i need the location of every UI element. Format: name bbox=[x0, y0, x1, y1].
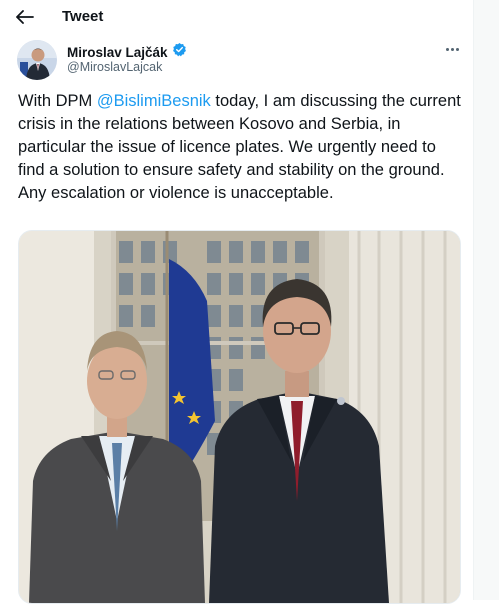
tweet-photo[interactable] bbox=[18, 230, 461, 604]
tweet-text: With DPM @BislimiBesnik today, I am disc… bbox=[18, 90, 466, 205]
tweet-text-start: With DPM bbox=[18, 92, 97, 110]
page-title: Tweet bbox=[62, 8, 104, 25]
right-panel-edge bbox=[474, 0, 499, 600]
avatar[interactable] bbox=[17, 40, 57, 80]
author-name[interactable]: Miroslav Lajčák bbox=[67, 45, 168, 60]
top-bar: Tweet bbox=[0, 0, 473, 34]
author-name-row: Miroslav Lajčák bbox=[67, 42, 187, 62]
verified-badge-icon bbox=[172, 42, 187, 62]
author-handle[interactable]: @MiroslavLajcak bbox=[67, 60, 162, 74]
more-options-icon[interactable] bbox=[440, 40, 464, 58]
mention-link[interactable]: @BislimiBesnik bbox=[97, 92, 211, 110]
back-arrow-icon[interactable] bbox=[14, 7, 36, 27]
